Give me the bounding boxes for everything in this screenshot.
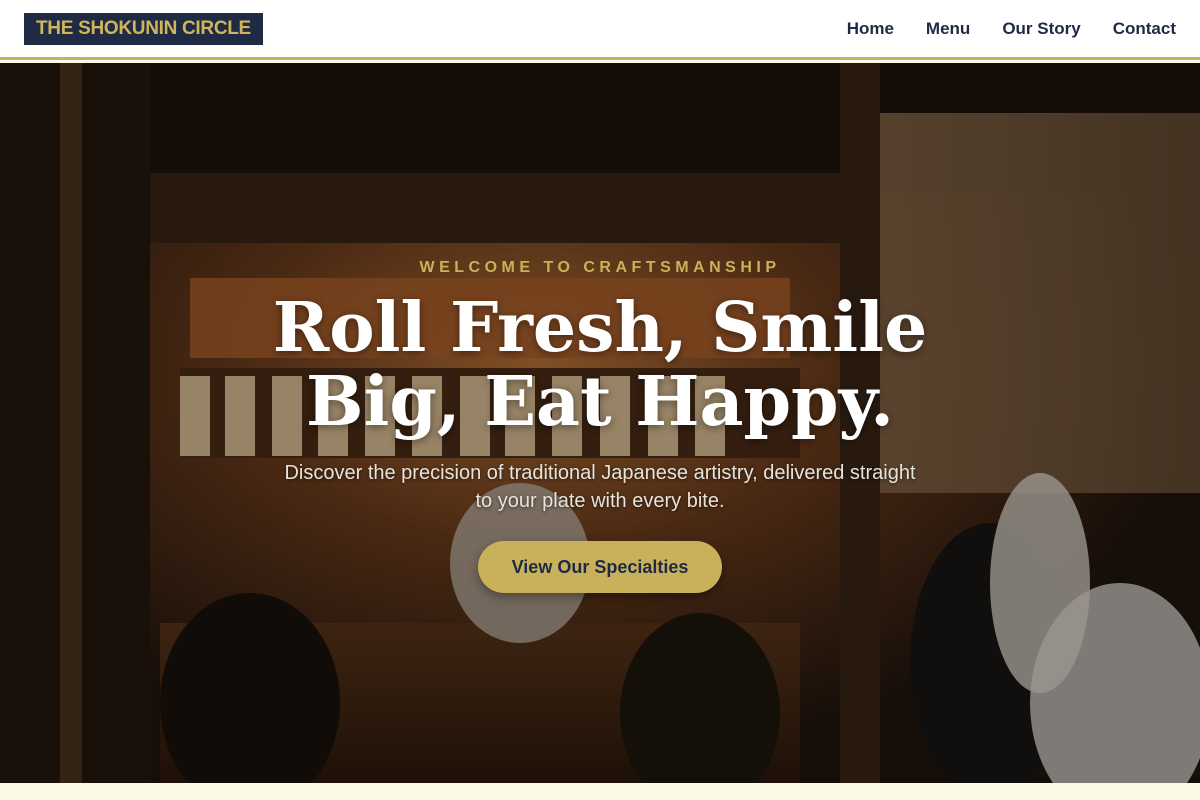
next-section-edge [0,783,1200,800]
nav-menu-link[interactable]: Menu [926,19,970,39]
hero-subtext: Discover the precision of traditional Ja… [284,462,916,512]
brand-logo[interactable]: THE SHOKUNIN CIRCLE [24,12,263,45]
nav-contact-link[interactable]: Contact [1113,19,1176,39]
nav-home-link[interactable]: Home [847,19,894,39]
view-specialties-button[interactable]: View Our Specialties [478,541,722,593]
site-header: THE SHOKUNIN CIRCLE Home Menu Our Story … [0,0,1200,60]
hero-section: WELCOME TO CRAFTSMANSHIP Roll Fresh, Smi… [0,63,1200,783]
hero-eyebrow: WELCOME TO CRAFTSMANSHIP [419,259,781,276]
nav-our-story-link[interactable]: Our Story [1002,19,1080,39]
main-nav: Home Menu Our Story Contact [847,19,1176,39]
hero-content: WELCOME TO CRAFTSMANSHIP Roll Fresh, Smi… [0,63,1200,783]
hero-headline: Roll Fresh, Smile Big, Eat Happy. [272,288,928,442]
